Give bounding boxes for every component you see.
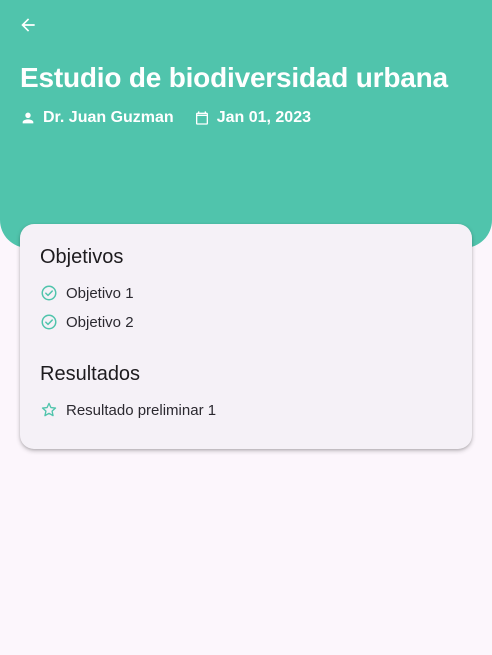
meta-row: Dr. Juan Guzman Jan 01, 2023: [20, 109, 311, 127]
arrow-back-icon: [21, 18, 35, 32]
back-button[interactable]: [14, 11, 42, 39]
objectives-heading: Objetivos: [40, 246, 124, 268]
list-item: Objetivo 2: [40, 313, 134, 331]
star-outline-icon: [40, 401, 58, 419]
results-heading: Resultados: [40, 363, 141, 385]
list-item: Objetivo 1: [40, 284, 134, 302]
list-item-label: Objetivo 2: [66, 313, 134, 331]
check-circle-icon: [40, 313, 58, 331]
check-circle-icon: [40, 284, 58, 302]
list-item-label: Resultado preliminar 1: [66, 401, 217, 419]
date-info: Jan 01, 2023: [194, 109, 311, 127]
author-info: Dr. Juan Guzman: [20, 109, 174, 127]
author-name: Dr. Juan Guzman: [43, 109, 174, 126]
person-icon: [22, 112, 34, 124]
list-item: Resultado preliminar 1: [40, 401, 216, 419]
page-title: Estudio de biodiversidad urbana: [20, 62, 448, 93]
details-card: Objetivos Objetivo 1 Objetivo 2 Resultad…: [20, 224, 472, 449]
list-item-label: Objetivo 1: [66, 284, 134, 302]
calendar-icon: [195, 111, 208, 125]
date-text: Jan 01, 2023: [216, 109, 311, 126]
header: Estudio de biodiversidad urbana Dr. Juan…: [0, 0, 492, 248]
